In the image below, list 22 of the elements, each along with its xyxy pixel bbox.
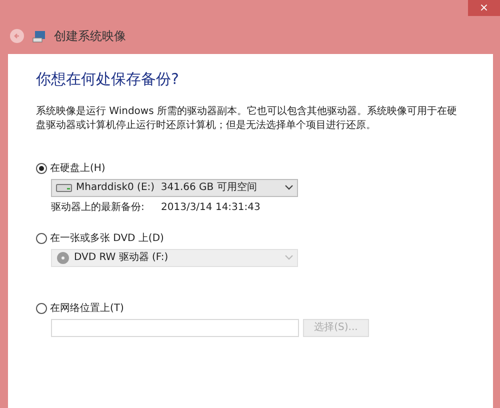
back-arrow-icon: [13, 32, 21, 40]
description: 系统映像是运行 Windows 所需的驱动器副本。它也可以包含其他驱动器。系统映像可用于在硬盘驱动器或计算机停止运行时还原计算机；但是无法选择单个项目进行还原。: [36, 104, 458, 132]
caret-icon: [285, 185, 293, 190]
dropdown-value: Mharddisk0 (E:) 341.66 GB 可用空间: [76, 180, 258, 195]
drive-dropdown[interactable]: Mharddisk0 (E:) 341.66 GB 可用空间: [51, 178, 298, 196]
hard-drive-icon: [56, 182, 72, 192]
window-title: 创建系统映像: [54, 28, 126, 45]
option-label: 在硬盘上(H): [50, 162, 106, 176]
radio-button[interactable]: [36, 162, 47, 174]
radio-button[interactable]: [36, 302, 47, 314]
computer-icon: [32, 29, 46, 43]
option-label: 在网络位置上(T): [50, 302, 124, 316]
location-field[interactable]: [51, 318, 299, 336]
dropdown-value: DVD RW 驱动器 (F:): [74, 251, 170, 265]
radio-button[interactable]: [36, 232, 47, 244]
caret-icon: [285, 255, 293, 260]
info-value: 2013/3/14 14:31:43: [161, 200, 260, 214]
option-label: 在一张或多张 DVD 上(D): [50, 232, 164, 246]
close-button[interactable]: ×: [468, 0, 500, 16]
disc-icon: [56, 250, 70, 264]
info-label: 驱动器上的最新备份:: [51, 200, 146, 214]
page-heading: 你想在何处保存备份?: [36, 69, 180, 90]
